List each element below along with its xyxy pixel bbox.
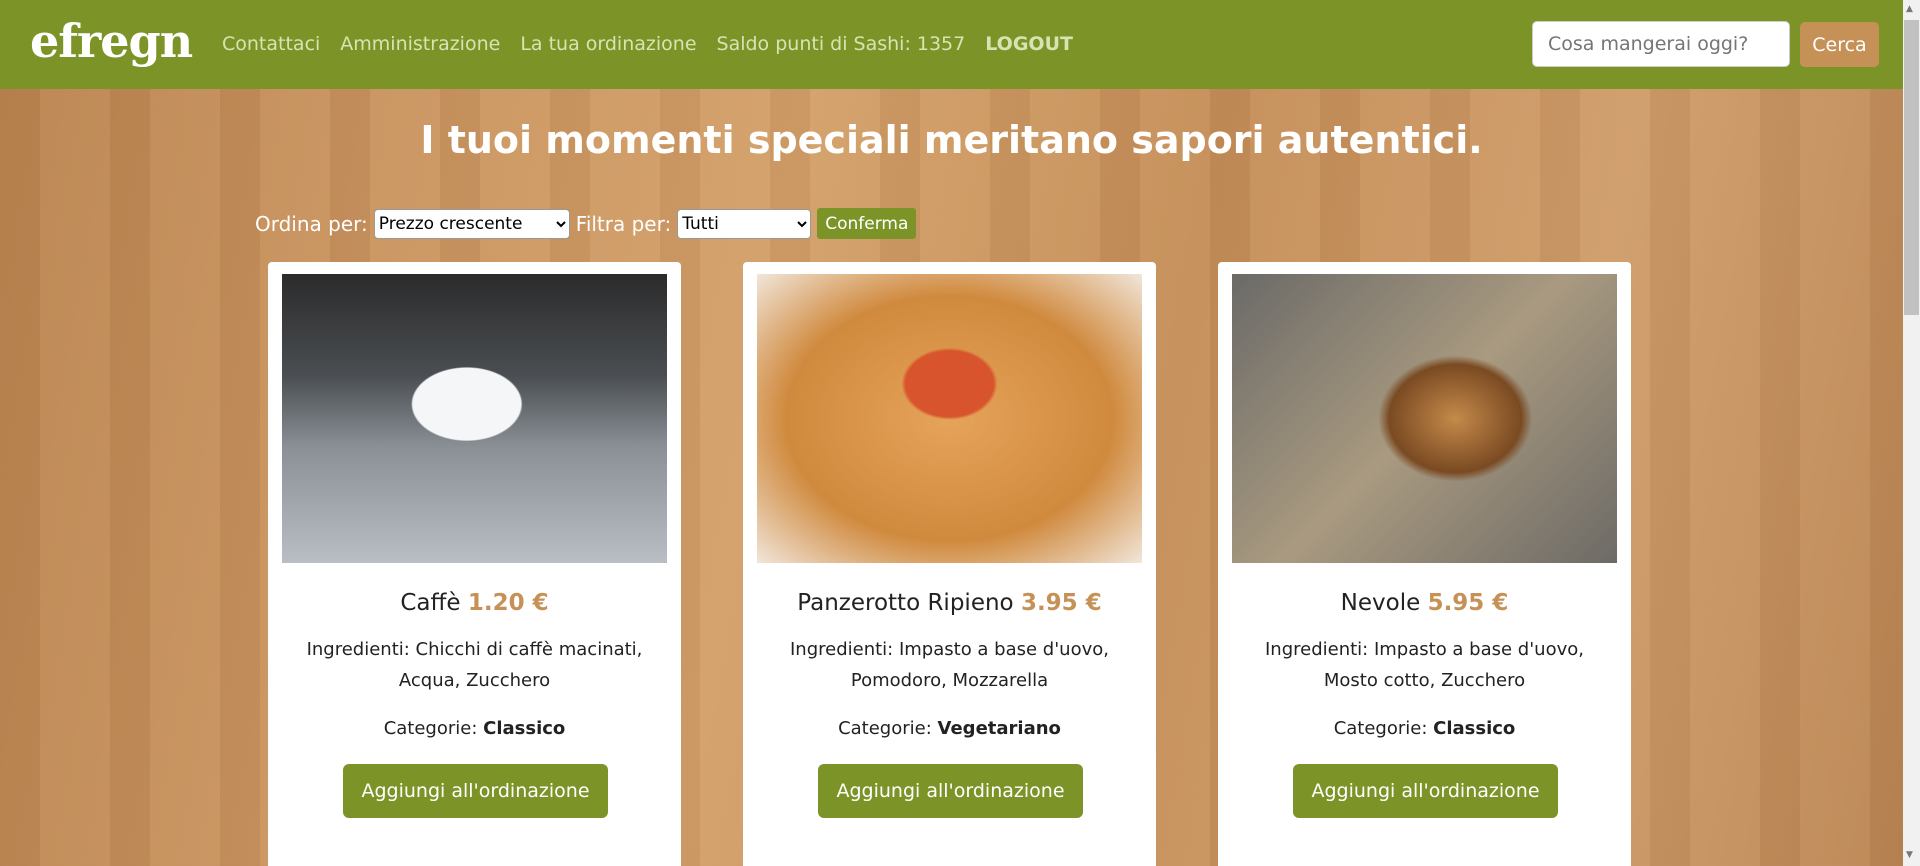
nav-contattaci[interactable]: Contattaci (222, 33, 320, 55)
add-to-order-button[interactable]: Aggiungi all'ordinazione (818, 764, 1083, 818)
product-name: Nevole (1340, 590, 1421, 616)
add-to-order-button[interactable]: Aggiungi all'ordinazione (343, 764, 608, 818)
confirm-button[interactable]: Conferma (817, 208, 917, 239)
product-name: Panzerotto Ripieno (797, 590, 1014, 616)
category-label: Categorie: (1333, 718, 1428, 739)
sort-select[interactable]: Prezzo crescente (373, 208, 570, 239)
sort-filter-bar: Ordina per: Prezzo crescente Filtra per:… (255, 208, 917, 239)
logout-link[interactable]: LOGOUT (985, 33, 1073, 55)
product-category: Vegetariano (937, 718, 1061, 739)
product-image (282, 274, 667, 563)
product-category: Classico (1433, 718, 1516, 739)
product-card: Panzerotto Ripieno 3.95 € Ingredienti: I… (743, 262, 1156, 866)
scrollbar-thumb[interactable] (1904, 20, 1919, 315)
filter-label: Filtra per: (575, 211, 672, 236)
product-name: Caffè (400, 590, 461, 616)
scroll-up-icon[interactable]: ▲ (1906, 4, 1913, 14)
navbar: efregn Contattaci Amministrazione La tua… (0, 0, 1903, 89)
product-price: 3.95 € (1020, 590, 1102, 616)
points-balance: Saldo punti di Sashi: 1357 (716, 33, 966, 55)
product-ingredients: Ingredienti: Impasto a base d'uovo, Pomo… (789, 639, 1109, 691)
sort-label: Ordina per: (255, 211, 368, 236)
nav-amministrazione[interactable]: Amministrazione (340, 33, 500, 55)
category-label: Categorie: (383, 718, 478, 739)
scroll-down-icon[interactable]: ▼ (1906, 850, 1913, 860)
product-ingredients: Ingredienti: Chicchi di caffè macinati, … (306, 639, 643, 691)
product-image (1232, 274, 1617, 563)
logo[interactable]: efregn (30, 14, 193, 68)
search-button[interactable]: Cerca (1800, 22, 1879, 67)
add-to-order-button[interactable]: Aggiungi all'ordinazione (1293, 764, 1558, 818)
nav-ordinazione[interactable]: La tua ordinazione (520, 33, 696, 55)
product-image (757, 274, 1142, 563)
search-input[interactable] (1532, 21, 1790, 67)
product-category: Classico (483, 718, 566, 739)
category-label: Categorie: (838, 718, 932, 739)
product-card: Nevole 5.95 € Ingredienti: Impasto a bas… (1218, 262, 1631, 866)
product-card: Caffè 1.20 € Ingredienti: Chicchi di caf… (268, 262, 681, 866)
product-price: 5.95 € (1427, 590, 1509, 616)
page-title: I tuoi momenti speciali meritano sapori … (420, 118, 1483, 162)
filter-select[interactable]: Tutti (677, 208, 812, 239)
product-ingredients: Ingredienti: Impasto a base d'uovo, Most… (1264, 639, 1584, 691)
product-price: 1.20 € (467, 590, 549, 616)
